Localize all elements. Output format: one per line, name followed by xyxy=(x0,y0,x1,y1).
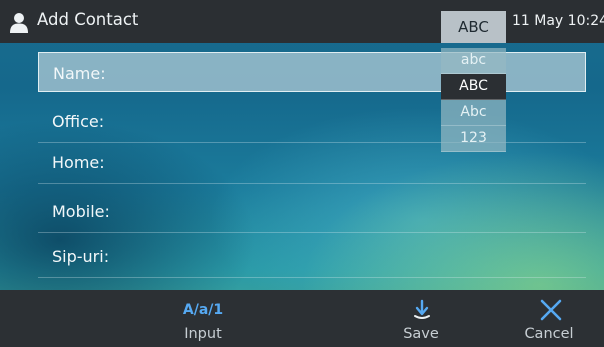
home-label: Home: xyxy=(52,153,105,172)
user-icon xyxy=(10,13,28,33)
page-title: Add Contact xyxy=(37,10,139,29)
input-mode-option-uppercase[interactable]: ABC xyxy=(441,74,506,100)
sip-uri-field[interactable]: Sip-uri: xyxy=(38,237,586,278)
name-label: Name: xyxy=(53,64,106,83)
save-icon xyxy=(414,299,430,319)
input-mode-indicator[interactable]: ABC xyxy=(441,11,506,43)
top-bar: Add Contact ABC 11 May 10:24 xyxy=(0,0,604,43)
input-mode-icon: A/a/1 xyxy=(182,302,224,318)
office-label: Office: xyxy=(52,112,105,131)
save-button-label: Save xyxy=(403,326,439,342)
input-mode-option-capitalized[interactable]: Abc xyxy=(441,100,506,126)
cancel-button-label: Cancel xyxy=(524,326,574,342)
add-contact-screen: Add Contact ABC 11 May 10:24 Name: Offic… xyxy=(0,0,604,347)
close-icon xyxy=(540,299,562,321)
input-button-label: Input xyxy=(184,326,222,342)
input-mode-option-numeric[interactable]: 123 xyxy=(441,126,506,152)
input-mode-option-lowercase[interactable]: abc xyxy=(441,48,506,74)
softkey-bar: A/a/1 Input Save Cancel xyxy=(0,290,604,347)
cancel-button[interactable]: Cancel xyxy=(494,290,604,347)
input-mode-menu: abc ABC Abc 123 xyxy=(441,48,506,152)
sip-uri-label: Sip-uri: xyxy=(52,247,110,266)
input-button[interactable]: A/a/1 Input xyxy=(148,290,258,347)
save-button[interactable]: Save xyxy=(366,290,476,347)
mobile-label: Mobile: xyxy=(52,202,110,221)
datetime: 11 May 10:24 xyxy=(512,13,604,29)
mobile-field[interactable]: Mobile: xyxy=(38,192,586,233)
